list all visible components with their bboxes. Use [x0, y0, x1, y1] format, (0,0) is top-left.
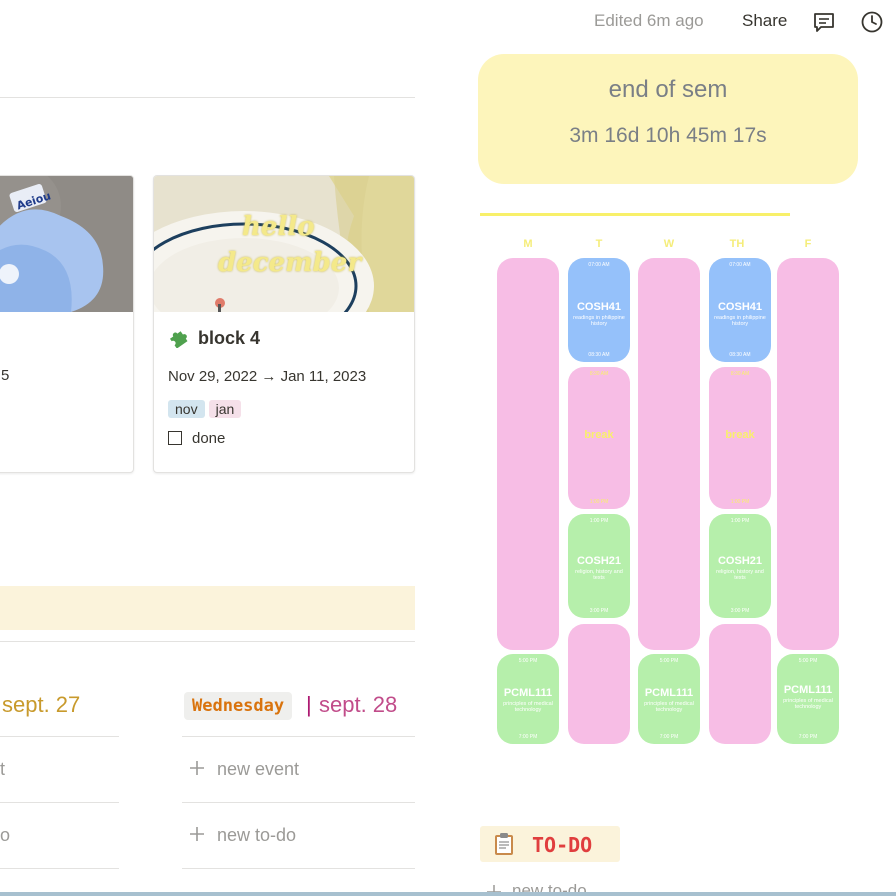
countdown-value: 3m 16d 10h 45m 17s — [569, 124, 767, 147]
cover-text-hello: hello — [242, 212, 315, 242]
day-label-f: F — [804, 238, 812, 250]
wednesday-date: sept. 28 — [319, 692, 398, 717]
tuesday-new-event-fragment[interactable]: t — [0, 759, 5, 780]
checkbox-label: done — [192, 430, 226, 447]
schedule-block-t-break: 8:30 AM break 1:00 PM — [568, 367, 630, 509]
card-cover-image: Aeiou — [0, 176, 133, 312]
schedule-block-w-pcml111: 5:00 PM PCML111 principles of medical te… — [638, 654, 700, 744]
schedule-block-t-cosh21: 1:00 PM COSH21 religion, history and tex… — [568, 514, 630, 618]
countdown-widget: end of sem 3m 16d 10h 45m 17s — [478, 54, 858, 184]
day-label-t: T — [595, 238, 603, 250]
row-divider — [182, 868, 415, 869]
tuesday-date: sept. 27 — [2, 692, 81, 717]
tag-nov: nov — [168, 400, 205, 418]
new-todo-button[interactable]: new to-do — [217, 825, 296, 846]
row-divider — [182, 802, 415, 803]
day-label-m: M — [523, 238, 533, 250]
header-divider — [0, 97, 415, 98]
schedule-block-th-cosh21: 1:00 PM COSH21 religion, history and tex… — [709, 514, 771, 618]
schedule-block-f-free — [777, 258, 839, 650]
plus-icon[interactable] — [188, 759, 208, 779]
card-cover-image: hello december — [154, 176, 414, 312]
class-schedule-image: M T W TH F 5:00 PM PCML111 principles of… — [478, 205, 840, 750]
gallery-card-block4[interactable]: hello december block 4 Nov 29, 2022 → Ja… — [153, 175, 415, 473]
tag-jan: jan — [208, 400, 242, 418]
schedule-block-f-pcml111: 5:00 PM PCML111 principles of medical te… — [777, 654, 839, 744]
schedule-block-w-free — [638, 258, 700, 650]
schedule-block-th-free — [709, 624, 771, 744]
row-divider — [0, 802, 119, 803]
updates-clock-icon[interactable] — [859, 9, 885, 35]
schedule-block-m-pcml111: 5:00 PM PCML111 principles of medical te… — [497, 654, 559, 744]
row-divider — [0, 736, 119, 737]
schedule-block-t-free — [568, 624, 630, 744]
tuesday-new-todo-fragment[interactable]: o — [0, 825, 10, 846]
schedule-block-th-cosh41: 07:00 AM COSH41 readings in philippine h… — [709, 258, 771, 362]
done-checkbox[interactable] — [168, 431, 182, 445]
gallery-card-partial[interactable]: Aeiou 5 — [0, 175, 134, 473]
todo-title: TO-DO — [532, 833, 593, 857]
clipboard-icon — [493, 832, 515, 856]
plus-icon[interactable] — [188, 825, 208, 845]
wednesday-chip: Wednesday — [184, 692, 293, 720]
edited-timestamp: Edited 6m ago — [594, 11, 704, 30]
window-bottom-edge — [0, 892, 896, 896]
card-tags: nov jan — [168, 400, 245, 419]
share-button[interactable]: Share — [742, 11, 787, 31]
comments-icon[interactable] — [811, 9, 837, 35]
countdown-title: end of sem — [608, 76, 728, 103]
schedule-block-th-break: 8:30 AM break 1:00 PM — [709, 367, 771, 509]
schedule-block-m-free — [497, 258, 559, 650]
wednesday-separator: | — [306, 692, 312, 717]
section-divider — [0, 641, 415, 642]
callout-block — [0, 586, 415, 630]
card-partial-date: 5 — [1, 367, 10, 384]
day-label-th: TH — [729, 238, 745, 250]
schedule-top-line — [480, 213, 790, 216]
card-date-range: Nov 29, 2022 → Jan 11, 2023 — [168, 368, 367, 385]
cover-text-december: december — [218, 248, 362, 278]
todo-heading: TO-DO — [480, 826, 620, 862]
row-divider — [0, 868, 119, 869]
new-event-button[interactable]: new event — [217, 759, 299, 780]
row-divider — [182, 736, 415, 737]
day-label-w: W — [663, 238, 675, 250]
card-title: block 4 — [198, 328, 261, 348]
schedule-block-t-cosh41: 07:00 AM COSH41 readings in philippine h… — [568, 258, 630, 362]
puzzle-icon — [168, 328, 190, 350]
